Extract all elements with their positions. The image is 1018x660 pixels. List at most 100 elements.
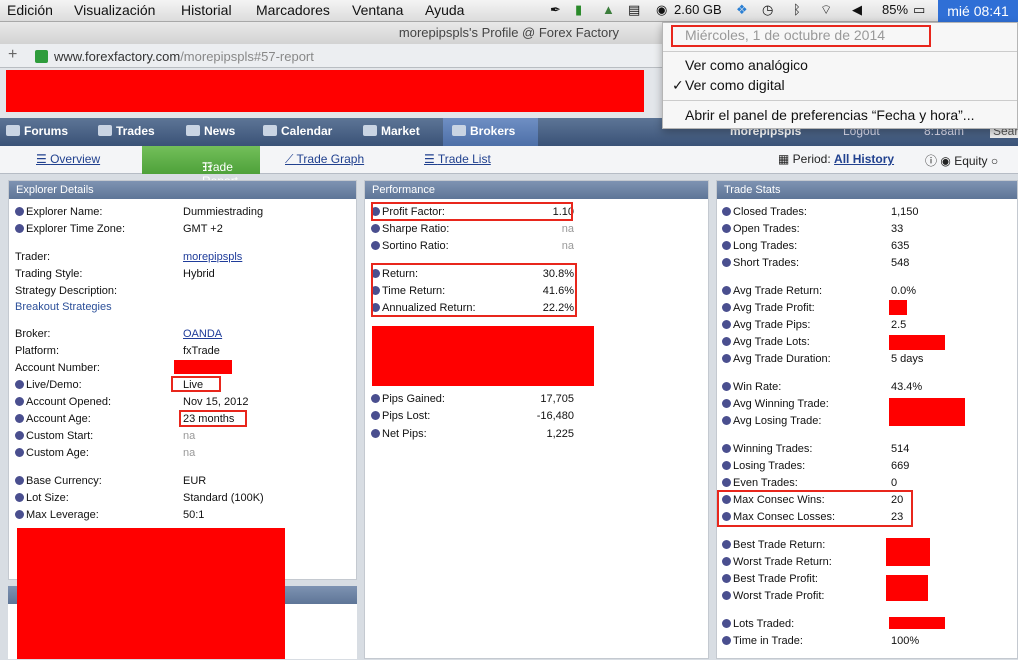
stats-value-12: 514 <box>891 443 910 455</box>
info-icon[interactable] <box>722 303 731 312</box>
info-icon[interactable] <box>722 416 731 425</box>
highlight-profit-factor <box>371 202 573 221</box>
info-icon[interactable] <box>722 382 731 391</box>
menubar-clock[interactable]: mié 08:41 <box>938 0 1018 22</box>
info-icon[interactable] <box>15 397 24 406</box>
dropbox-icon[interactable]: ❖ <box>736 2 748 18</box>
new-tab-button[interactable]: + <box>8 46 17 64</box>
menu-edicion[interactable]: Edición <box>7 2 53 18</box>
stats-header: Trade Stats <box>717 181 1017 199</box>
brokers-icon <box>452 125 466 136</box>
info-icon[interactable] <box>371 394 380 403</box>
explorer-value-1: GMT +2 <box>183 223 223 235</box>
info-icon[interactable] <box>722 320 731 329</box>
stats-label-text-6: Avg Trade Pips: <box>733 319 811 331</box>
stats-value-13: 669 <box>891 460 910 472</box>
info-icon[interactable] <box>722 619 731 628</box>
performance-label-7: Pips Lost: <box>371 410 430 422</box>
nav-trades[interactable]: Trades <box>98 124 155 138</box>
info-icon[interactable] <box>722 258 731 267</box>
stats-label-9: Win Rate: <box>722 381 781 393</box>
info-icon[interactable] <box>15 414 24 423</box>
info-icon[interactable] <box>722 224 731 233</box>
menu-ayuda[interactable]: Ayuda <box>425 2 464 18</box>
tab-trade-graph-label: Trade Graph <box>296 152 365 166</box>
info-icon[interactable] <box>722 354 731 363</box>
info-icon[interactable] <box>722 207 731 216</box>
tab-trade-report[interactable]: ☷ Trade Report <box>142 146 260 188</box>
wifi-icon[interactable]: ⌔ <box>820 2 832 18</box>
pen-icon[interactable]: ✒ <box>550 2 561 18</box>
info-icon[interactable] <box>722 478 731 487</box>
explorer-label-13: Custom Age: <box>15 447 89 459</box>
info-icon[interactable] <box>15 476 24 485</box>
explorer-value-2[interactable]: morepipspls <box>183 251 242 263</box>
nav-brokers[interactable]: Brokers <box>452 124 515 138</box>
menu-open-prefs[interactable]: Abrir el panel de preferencias “Fecha y … <box>685 107 974 123</box>
memory-icon[interactable]: ◉ <box>656 2 667 18</box>
redacted-account-number <box>174 360 232 374</box>
info-icon[interactable] <box>722 337 731 346</box>
tab-overview[interactable]: ☰ Overview <box>36 152 100 166</box>
info-icon[interactable] <box>371 241 380 250</box>
time-machine-icon[interactable]: ◷ <box>762 2 773 18</box>
info-icon[interactable] <box>722 540 731 549</box>
info-icon[interactable] <box>722 241 731 250</box>
tab-trade-graph[interactable]: ⟋ Trade Graph <box>285 152 364 167</box>
menu-ventana[interactable]: Ventana <box>352 2 403 18</box>
info-icon[interactable] <box>15 493 24 502</box>
equity-toggle[interactable]: ⓘ ◉ Equity ○ <box>925 152 998 169</box>
nav-forums[interactable]: Forums <box>6 124 68 138</box>
stats-label-20: Worst Trade Profit: <box>722 590 825 602</box>
menu-marcadores[interactable]: Marcadores <box>256 2 330 18</box>
battery-icon[interactable]: ▭ <box>913 2 925 18</box>
chart-icon[interactable]: ▮ <box>575 2 582 18</box>
info-icon[interactable] <box>722 399 731 408</box>
menu-view-analog[interactable]: Ver como analógico <box>685 57 808 73</box>
performance-label-1: Sharpe Ratio: <box>371 223 449 235</box>
info-icon[interactable] <box>15 510 24 519</box>
info-icon[interactable] <box>15 431 24 440</box>
tab-trade-list[interactable]: ☰ Trade List <box>424 152 491 166</box>
url-field[interactable]: www.forexfactory.com/morepipspls#57-repo… <box>54 49 314 64</box>
explorer-label-6: Broker: <box>15 328 50 340</box>
battery-percent[interactable]: 85% <box>882 2 908 17</box>
nav-news[interactable]: News <box>186 124 235 138</box>
stats-label-14: Even Trades: <box>722 477 798 489</box>
info-icon[interactable] <box>371 224 380 233</box>
radio-selected-icon: ◉ <box>940 154 951 168</box>
highlight-account-age <box>179 410 247 427</box>
menu-separator-2 <box>663 100 1017 101</box>
info-icon[interactable] <box>722 574 731 583</box>
memory-usage[interactable]: 2.60 GB <box>674 2 722 17</box>
document-icon[interactable]: ▤ <box>628 2 640 18</box>
info-icon[interactable] <box>15 380 24 389</box>
info-icon[interactable] <box>722 591 731 600</box>
performance-value-6: 17,705 <box>540 393 574 405</box>
menu-historial[interactable]: Historial <box>181 2 232 18</box>
menu-visualizacion[interactable]: Visualización <box>74 2 155 18</box>
info-icon[interactable] <box>722 444 731 453</box>
info-icon[interactable] <box>722 286 731 295</box>
volume-icon[interactable]: ◀ <box>852 2 862 18</box>
explorer-label-text-11: Account Age: <box>26 413 91 425</box>
info-icon[interactable] <box>722 461 731 470</box>
info-icon[interactable] <box>722 557 731 566</box>
performance-label-text-1: Sharpe Ratio: <box>382 223 450 235</box>
info-icon[interactable] <box>15 448 24 457</box>
explorer-label-text-1: Explorer Time Zone: <box>26 223 126 235</box>
bluetooth-icon[interactable]: ᛒ <box>793 2 801 17</box>
menu-view-digital[interactable]: Ver como digital <box>685 77 785 93</box>
info-icon[interactable] <box>371 429 380 438</box>
nav-calendar[interactable]: Calendar <box>263 124 332 138</box>
drive-icon[interactable]: ▲ <box>602 2 615 17</box>
stats-label-text-22: Time in Trade: <box>733 635 803 647</box>
explorer-value-6[interactable]: OANDA <box>183 328 222 340</box>
info-icon[interactable] <box>15 207 24 216</box>
info-icon[interactable] <box>722 636 731 645</box>
info-icon[interactable] <box>15 224 24 233</box>
explorer-label-text-4: Strategy Description: <box>15 285 118 297</box>
nav-market[interactable]: Market <box>363 124 420 138</box>
info-icon[interactable] <box>371 411 380 420</box>
period-selector[interactable]: ▦ Period: All History <box>778 152 894 166</box>
